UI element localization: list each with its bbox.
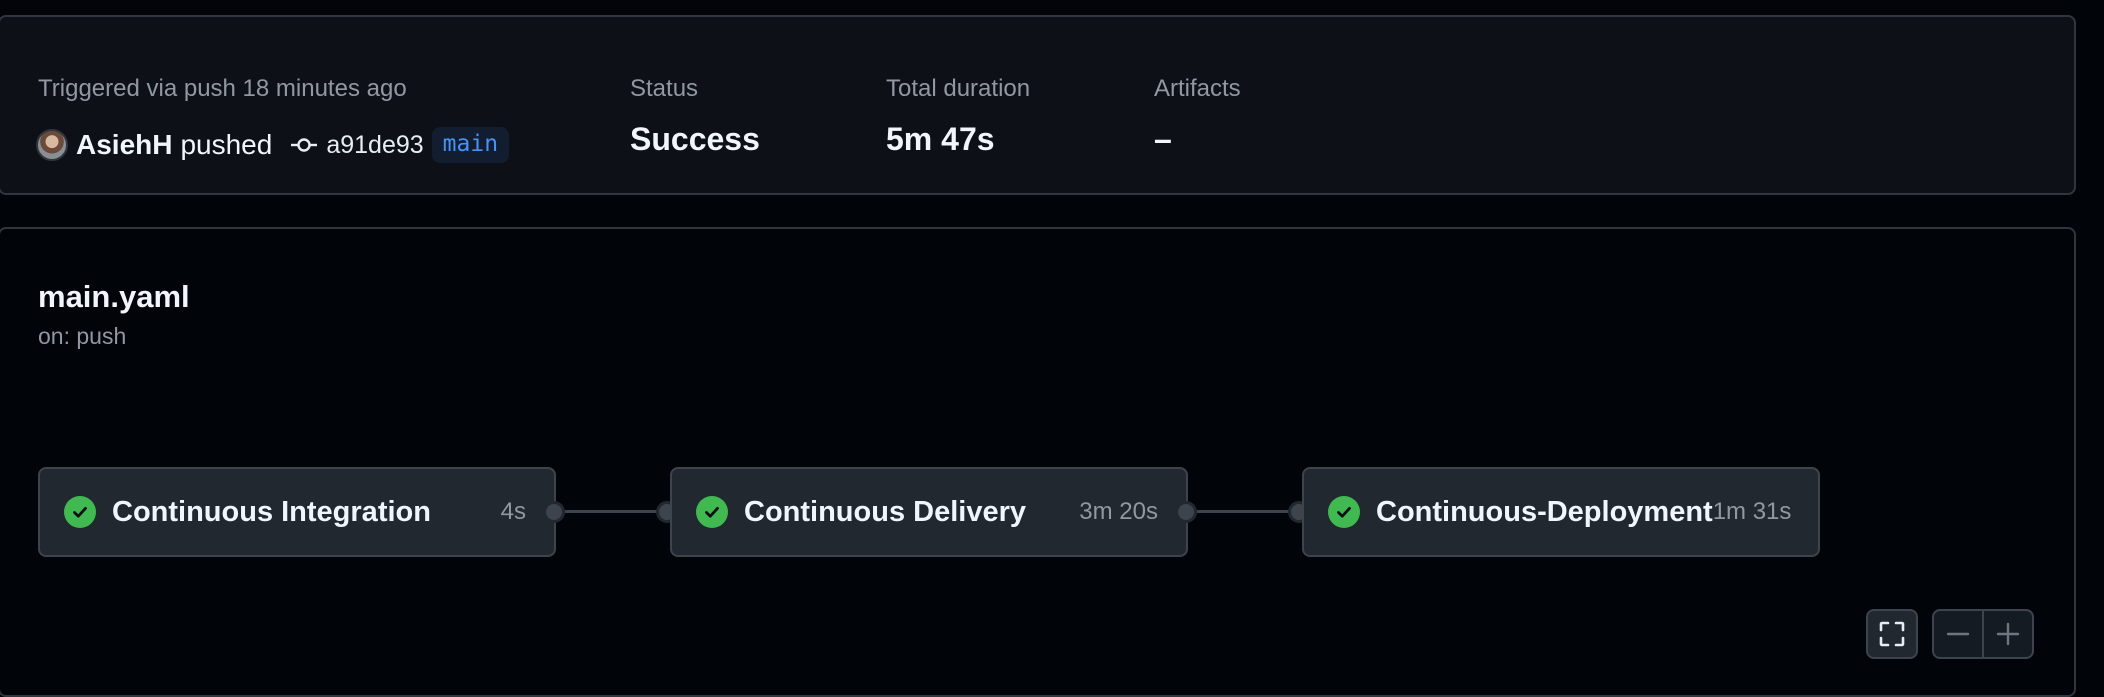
check-circle-icon <box>1328 496 1360 528</box>
job-connector <box>565 510 669 513</box>
workflow-trigger: on: push <box>38 323 127 349</box>
commit-sha-link[interactable]: a91de93 <box>326 131 423 160</box>
job-duration: 1m 31s <box>1712 498 1792 525</box>
artifacts-value: – <box>1154 121 1172 157</box>
job-continuous-integration[interactable]: Continuous Integration 4s <box>38 467 556 557</box>
job-continuous-deployment[interactable]: Continuous-Deployment 1m 31s <box>1302 467 1820 557</box>
actor-link[interactable]: AsiehH <box>76 129 172 161</box>
workflow-graph-card: main.yaml on: push Continuous Integratio… <box>0 227 2076 697</box>
check-circle-icon <box>696 496 728 528</box>
job-continuous-delivery[interactable]: Continuous Delivery 3m 20s <box>670 467 1188 557</box>
status-column: Status Success <box>630 75 760 157</box>
avatar[interactable] <box>36 129 68 161</box>
job-name: Continuous Delivery <box>744 495 1026 528</box>
trigger-text: Triggered via push 18 minutes ago <box>38 75 407 102</box>
fullscreen-button[interactable] <box>1866 609 1918 659</box>
workflow-file-name[interactable]: main.yaml <box>38 279 190 315</box>
artifacts-column: Artifacts – <box>1154 75 1241 157</box>
duration-value: 5m 47s <box>886 121 995 157</box>
zoom-in-button[interactable] <box>1982 611 2032 657</box>
job-name: Continuous Integration <box>112 495 431 528</box>
trigger-details: AsiehH pushed a91de93 main <box>36 127 510 163</box>
job-output-node <box>543 501 565 523</box>
action-text: pushed <box>180 129 273 160</box>
duration-column: Total duration 5m 47s <box>886 75 1031 157</box>
fullscreen-icon <box>1879 621 1905 647</box>
job-output-node <box>1175 501 1197 523</box>
zoom-in-icon <box>1996 622 2020 646</box>
job-duration: 4s <box>500 498 526 525</box>
duration-label: Total duration <box>886 75 1031 102</box>
job-duration: 3m 20s <box>1079 498 1158 525</box>
zoom-controls <box>1932 609 2034 659</box>
run-summary-card: Triggered via push 18 minutes ago AsiehH… <box>0 15 2076 195</box>
artifacts-label: Artifacts <box>1154 75 1241 102</box>
trigger-column: Triggered via push 18 minutes ago <box>38 75 407 103</box>
job-name: Continuous-Deployment <box>1376 495 1713 528</box>
zoom-out-button[interactable] <box>1934 611 1982 657</box>
zoom-out-icon <box>1946 632 1970 636</box>
status-label: Status <box>630 75 699 102</box>
job-connector <box>1197 510 1301 513</box>
check-circle-icon <box>64 496 96 528</box>
branch-badge[interactable]: main <box>431 127 510 163</box>
status-value: Success <box>630 121 760 157</box>
git-commit-icon <box>291 138 318 152</box>
